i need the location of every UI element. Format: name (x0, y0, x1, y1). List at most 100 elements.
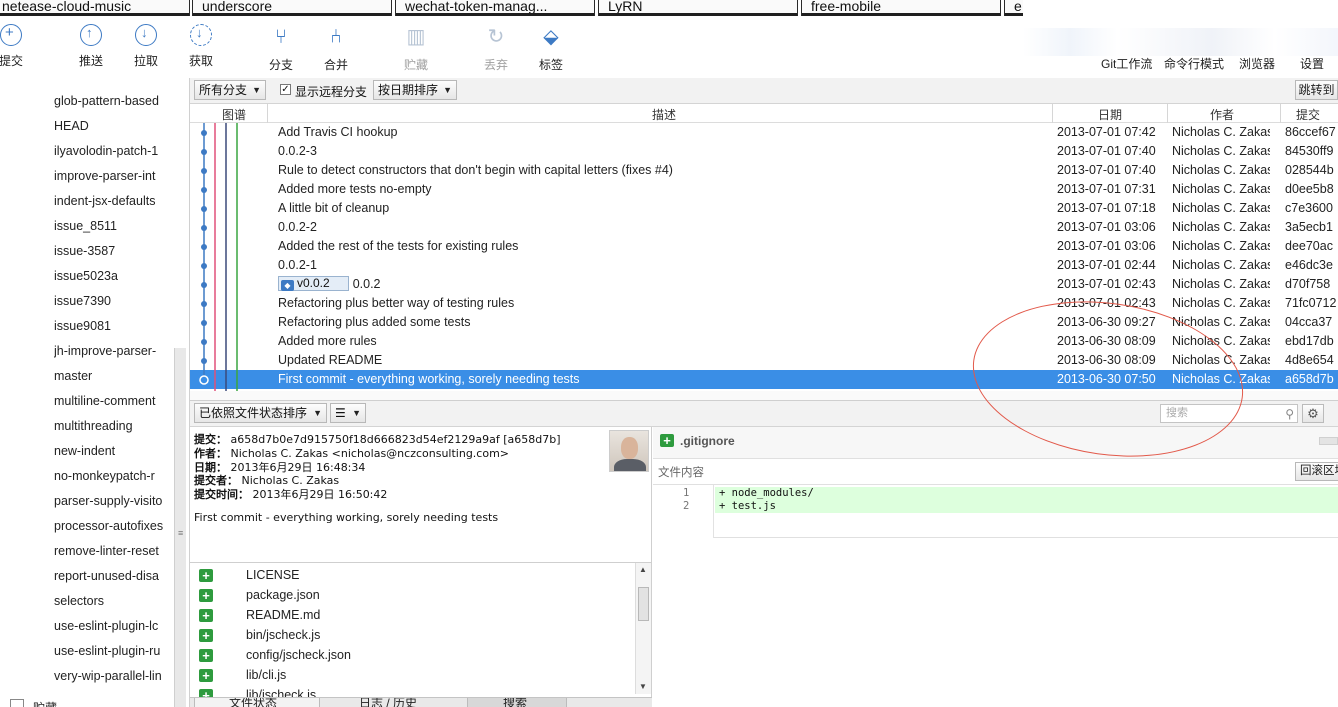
commit-description: Add Travis CI hookup (278, 125, 398, 139)
commit-button[interactable]: + 提交 (0, 24, 35, 69)
sidebar-item-branch[interactable]: no-monkeypatch-r (54, 469, 166, 483)
revert-hunk-button[interactable]: 回滚区块 (1295, 462, 1338, 481)
stash-section-label[interactable]: 贮藏 (33, 699, 57, 707)
git-flow-button[interactable]: Git工作流 (1101, 55, 1152, 72)
commit-row[interactable]: Add Travis CI hookup 2013-07-01 07:42 Nich… (190, 123, 1338, 142)
sidebar-item-branch[interactable]: report-unused-disa (54, 569, 166, 583)
sidebar-item-branch[interactable]: use-eslint-plugin-ru (54, 644, 166, 658)
commit-row[interactable]: 0.0.2-1 2013-07-01 02:44 Nicholas C. Zakas… (190, 256, 1338, 275)
sidebar-item-branch[interactable]: multiline-comment (54, 394, 166, 408)
repo-tab[interactable]: LyRN (598, 0, 798, 16)
fetch-button[interactable]: ↓ 获取 (177, 24, 225, 69)
hunk-options-button[interactable] (1319, 437, 1338, 445)
tab-log-history[interactable]: 日志 / 历史 (324, 698, 464, 707)
commit-row[interactable]: 0.0.2-2 2013-07-01 03:06 Nicholas C. Zakas… (190, 218, 1338, 237)
sidebar-item-branch[interactable]: selectors (54, 594, 166, 608)
chevron-down-icon: ▼ (313, 408, 322, 418)
repo-tab[interactable]: wechat-token-manag... (395, 0, 595, 16)
sidebar-item-branch[interactable]: master (54, 369, 166, 383)
commit-row[interactable]: First commit - everything working, sorel… (190, 370, 1338, 389)
stash-section-toggle[interactable] (10, 699, 24, 707)
column-author[interactable]: 作者 (1210, 106, 1234, 123)
sidebar-item-branch[interactable]: improve-parser-int (54, 169, 166, 183)
branch-filter-dropdown[interactable]: 所有分支 ▼ (194, 80, 266, 100)
file-row[interactable]: + lib/cli.js (190, 665, 634, 685)
file-row[interactable]: + README.md (190, 605, 634, 625)
column-commit[interactable]: 提交 (1296, 106, 1320, 123)
file-list-scrollbar[interactable]: ▲ ▼ (635, 563, 651, 694)
repo-tab[interactable]: underscore (192, 0, 392, 16)
commit-row[interactable]: Refactoring plus added some tests 2013-06… (190, 313, 1338, 332)
file-row[interactable]: + bin/jscheck.js (190, 625, 634, 645)
terminal-button[interactable]: 命令行模式 (1164, 55, 1224, 72)
branch-button[interactable]: ⑂ 分支 (257, 24, 305, 73)
commit-row[interactable]: Refactoring plus better way of testing r… (190, 294, 1338, 313)
commit-row[interactable]: 0.0.2-3 2013-07-01 07:40 Nicholas C. Zakas… (190, 142, 1338, 161)
sidebar-item-branch[interactable]: processor-autofixes (54, 519, 166, 533)
column-divider[interactable] (1167, 104, 1168, 123)
file-row[interactable]: + config/jscheck.json (190, 645, 634, 665)
sidebar-item-branch[interactable]: very-wip-parallel-lin (54, 669, 166, 683)
stash-button[interactable]: ▥ 贮藏 (392, 24, 440, 73)
sidebar-item-branch[interactable]: issue_8511 (54, 219, 166, 233)
column-description[interactable]: 描述 (652, 106, 676, 123)
tab-file-status[interactable]: 文件状态 (194, 698, 320, 707)
repo-tab[interactable]: free-mobile (801, 0, 1001, 16)
sidebar-item-branch[interactable]: ilyavolodin-patch-1 (54, 144, 166, 158)
column-date[interactable]: 日期 (1098, 106, 1122, 123)
file-row[interactable]: + package.json (190, 585, 634, 605)
sidebar-item-branch[interactable]: jh-improve-parser- (54, 344, 166, 358)
browser-button[interactable]: 浏览器 (1239, 55, 1275, 72)
show-remote-checkbox[interactable]: ✓ (280, 84, 291, 95)
file-sort-dropdown[interactable]: 已依照文件状态排序 ▼ (194, 403, 327, 423)
column-divider[interactable] (1280, 104, 1281, 123)
search-input[interactable]: 搜索 ⚲ (1160, 404, 1298, 423)
sidebar-item-branch[interactable]: issue9081 (54, 319, 166, 333)
column-divider[interactable] (267, 104, 268, 123)
sidebar-scrollbar[interactable]: ≡ (174, 348, 186, 707)
sidebar-item-branch[interactable]: remove-linter-reset (54, 544, 166, 558)
sidebar-item-branch[interactable]: issue7390 (54, 294, 166, 308)
tag-badge[interactable]: ◆ v0.0.2 (278, 276, 349, 291)
sidebar-item-branch[interactable]: parser-supply-visito (54, 494, 166, 508)
repo-tab[interactable]: netease-cloud-music (0, 0, 190, 16)
sort-order-dropdown[interactable]: 按日期排序 ▼ (373, 80, 457, 100)
sidebar-item-branch[interactable]: issue-3587 (54, 244, 166, 258)
show-remote-label[interactable]: 显示远程分支 (295, 83, 367, 100)
settings-button[interactable]: 设置 (1300, 55, 1324, 72)
sidebar-item-branch[interactable]: HEAD (54, 119, 166, 133)
commit-hash: 86ccef67 (1285, 125, 1336, 139)
commit-row[interactable]: A little bit of cleanup 2013-07-01 07:18 N… (190, 199, 1338, 218)
commit-row[interactable]: ◆ v0.0.2 0.0.2 2013-07-01 02:43 Nicholas C. … (190, 275, 1338, 294)
sidebar-item-branch[interactable]: indent-jsx-defaults (54, 194, 166, 208)
sidebar-item-branch[interactable]: glob-pattern-based (54, 94, 166, 108)
scroll-down-icon[interactable]: ▼ (639, 682, 647, 691)
commit-row[interactable]: Added the rest of the tests for existing… (190, 237, 1338, 256)
scroll-up-icon[interactable]: ▲ (639, 565, 647, 574)
scroll-thumb[interactable] (638, 587, 649, 621)
tag-button[interactable]: ⬙ 标签 (527, 24, 575, 73)
push-button[interactable]: ↑ 推送 (67, 24, 115, 69)
jump-to-button[interactable]: 跳转到 (1295, 80, 1338, 100)
sidebar-item-branch[interactable]: multithreading (54, 419, 166, 433)
sidebar-item-branch[interactable]: issue5023a (54, 269, 166, 283)
view-mode-dropdown[interactable]: ☰ ▼ (330, 403, 366, 423)
column-graph[interactable]: 图谱 (222, 106, 246, 123)
commit-row[interactable]: Added more rules 2013-06-30 08:09 Nicholas… (190, 332, 1338, 351)
gear-icon[interactable]: ⚙ (1302, 404, 1324, 423)
sidebar-item-branch[interactable]: use-eslint-plugin-lc (54, 619, 166, 633)
commit-author: Nicholas C. Zakas (1172, 315, 1270, 329)
commit-date: 2013-07-01 07:31 (1057, 182, 1156, 196)
commit-row[interactable]: Added more tests no-empty 2013-07-01 07:3… (190, 180, 1338, 199)
commit-row[interactable]: Updated README 2013-06-30 08:09 Nicholas C… (190, 351, 1338, 370)
pull-button[interactable]: ↓ 拉取 (122, 24, 170, 69)
discard-button[interactable]: ↻ 丢弃 (472, 24, 520, 73)
commit-list-hscroll[interactable] (190, 391, 1338, 401)
tab-search[interactable]: 搜索 (467, 698, 567, 707)
commit-row[interactable]: Rule to detect constructors that don't b… (190, 161, 1338, 180)
file-row[interactable]: + LICENSE (190, 565, 634, 585)
column-divider[interactable] (1052, 104, 1053, 123)
chevron-down-icon: ▼ (252, 85, 261, 95)
merge-button[interactable]: ⑃ 合并 (312, 24, 360, 73)
sidebar-item-branch[interactable]: new-indent (54, 444, 166, 458)
